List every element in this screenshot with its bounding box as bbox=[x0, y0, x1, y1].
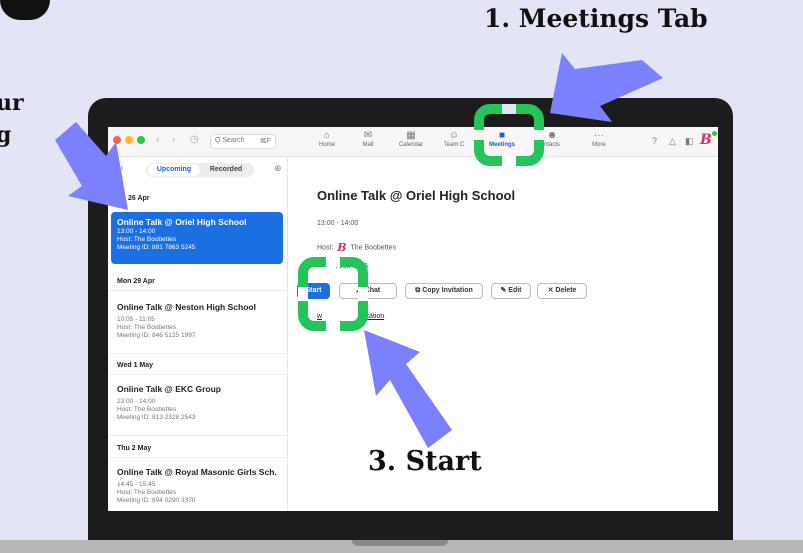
annotation-start: 3. Start bbox=[368, 446, 482, 477]
arrow-to-start-button-icon bbox=[364, 330, 452, 448]
arrow-to-meetings-icon bbox=[550, 53, 663, 122]
arrow-to-meeting-list-icon bbox=[55, 122, 128, 210]
